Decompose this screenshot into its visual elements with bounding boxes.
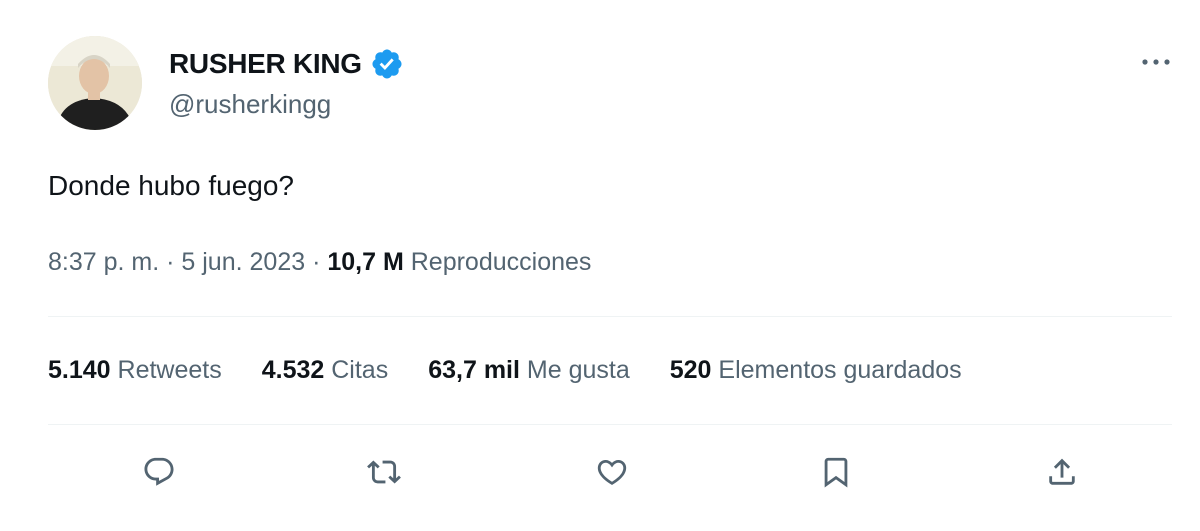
quotes-count: 4.532	[261, 356, 325, 384]
tweet-text: Donde hubo fuego?	[48, 170, 294, 201]
bookmark-icon	[824, 457, 848, 488]
retweet-icon	[367, 460, 401, 484]
retweets-count: 5.140	[48, 356, 111, 384]
engagement-stats: 5.140 Retweets 4.532 Citas 63,7 mil Me g…	[48, 356, 1002, 385]
tweet-date[interactable]: 5 jun. 2023	[181, 248, 305, 276]
bookmarks-count: 520	[669, 356, 712, 384]
share-icon	[1049, 458, 1075, 485]
likes-count: 63,7 mil	[428, 356, 520, 384]
stat-bookmarks[interactable]: 520 Elementos guardados	[670, 356, 962, 385]
meta-separator: ·	[166, 248, 175, 276]
verified-badge-icon	[372, 49, 402, 79]
quotes-label: Citas	[331, 356, 389, 384]
action-bar	[0, 448, 1200, 498]
likes-label: Me gusta	[526, 356, 630, 384]
tweet-time[interactable]: 8:37 p. m.	[48, 248, 159, 276]
handle[interactable]: @rusherkingg	[169, 89, 331, 120]
stat-retweets[interactable]: 5.140 Retweets	[48, 356, 222, 385]
avatar-image	[48, 36, 142, 130]
share-button[interactable]	[1038, 448, 1086, 496]
avatar[interactable]	[48, 36, 142, 130]
like-button[interactable]	[588, 448, 636, 496]
retweet-button[interactable]	[360, 448, 408, 496]
divider	[48, 424, 1172, 425]
author-row: RUSHER KING	[169, 44, 404, 84]
meta-separator: ·	[312, 248, 321, 276]
reply-button[interactable]	[135, 448, 183, 496]
divider	[48, 316, 1172, 317]
stat-quotes[interactable]: 4.532 Citas	[262, 356, 388, 385]
views-label: Reproducciones	[410, 248, 592, 276]
heart-icon	[597, 459, 627, 485]
more-button[interactable]	[1138, 48, 1174, 76]
tweet-card: RUSHER KING @rusherkingg Donde hubo fueg…	[0, 0, 1200, 531]
retweets-label: Retweets	[117, 356, 222, 384]
more-horizontal-icon	[1142, 59, 1170, 65]
reply-icon	[144, 457, 174, 486]
bookmark-button[interactable]	[812, 448, 860, 496]
tweet-meta: 8:37 p. m. · 5 jun. 2023 · 10,7 M Reprod…	[48, 248, 591, 277]
display-name[interactable]: RUSHER KING	[169, 48, 362, 80]
stat-likes[interactable]: 63,7 mil Me gusta	[428, 356, 630, 385]
bookmarks-label: Elementos guardados	[718, 356, 962, 384]
views-count: 10,7 M	[327, 248, 404, 276]
